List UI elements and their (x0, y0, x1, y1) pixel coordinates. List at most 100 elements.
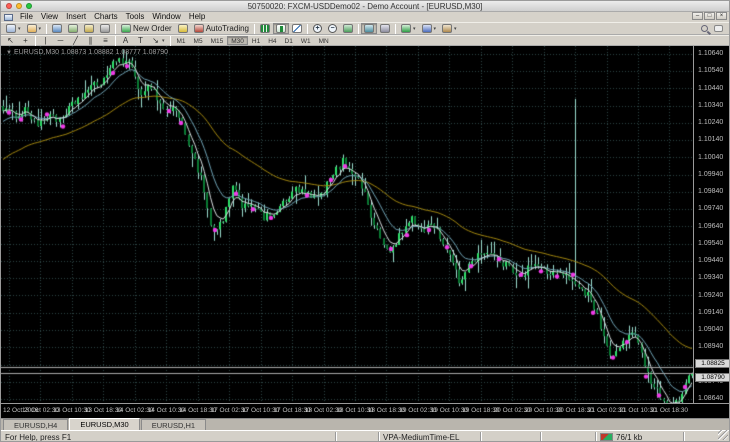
connection-signal-icon (600, 433, 613, 441)
menu-items: File View Insert Charts Tools Window Help (16, 12, 209, 22)
timeframe-m30-button[interactable]: M30 (227, 36, 248, 45)
data-window-button[interactable] (65, 23, 81, 34)
price-axis-label: 1.09340 (698, 274, 724, 282)
chart-tab-eurusd-h1[interactable]: EURUSD,H1 (140, 419, 207, 430)
dropdown-arrow-icon: ▾ (18, 25, 21, 32)
toolbar-separator (35, 35, 36, 46)
autotrading-icon (193, 24, 204, 33)
zoom-in-button[interactable]: + (310, 23, 325, 34)
menu-window[interactable]: Window (148, 12, 184, 22)
templates-button[interactable]: ▾ (439, 23, 460, 34)
timeframe-mn-button[interactable]: MN (315, 36, 333, 45)
cursor-tool-button[interactable]: ↖ (3, 36, 18, 45)
dropdown-arrow-icon: ▾ (413, 25, 416, 32)
price-axis[interactable]: 1.10640 1.10540 1.10440 1.10340 1.10240 1.101… (693, 46, 729, 403)
mdi-close-icon[interactable]: × (716, 12, 727, 20)
mdi-restore-icon[interactable]: □ (704, 12, 715, 20)
price-axis-label: 1.09040 (698, 326, 724, 333)
candlestick-chart-button[interactable] (273, 23, 290, 34)
timeframe-m5-button[interactable]: M5 (190, 36, 207, 45)
new-chart-button[interactable]: ▾ (3, 23, 24, 34)
status-bar: For Help, press F1 VPA-MediumTime-EL 76/1 … (1, 430, 729, 442)
menu-help[interactable]: Help (185, 12, 209, 22)
mdi-controls: – □ × (692, 12, 727, 20)
crosshair-tool-button[interactable]: + (18, 36, 33, 45)
label-tool-button[interactable]: T (133, 36, 148, 45)
metaeditor-icon (177, 24, 188, 33)
horizontal-line-tool-button[interactable]: ─ (53, 36, 68, 45)
mt4-window: 50750020: FXCM-USDDemo02 - Demo Account … (0, 0, 730, 442)
label-tool-icon: T (138, 36, 143, 45)
autotrading-label: AutoTrading (205, 24, 250, 33)
periods-icon (421, 24, 432, 33)
vertical-line-tool-button[interactable]: | (38, 36, 53, 45)
menu-tools[interactable]: Tools (122, 12, 149, 22)
timeframe-h4-button[interactable]: H4 (264, 36, 280, 45)
timeframe-d1-button[interactable]: D1 (281, 36, 297, 45)
market-watch-button[interactable] (49, 23, 65, 34)
tile-windows-button[interactable] (340, 23, 356, 34)
chart-shift-button[interactable] (377, 23, 393, 34)
periods-button[interactable]: ▾ (419, 23, 440, 34)
channel-tool-button[interactable]: ∥ (83, 36, 98, 45)
timeframe-m1-button[interactable]: M1 (173, 36, 190, 45)
trendline-tool-button[interactable]: ╱ (68, 36, 83, 45)
autotrading-button[interactable]: AutoTrading (191, 23, 252, 34)
zoom-out-button[interactable]: − (325, 23, 340, 34)
collapse-arrow-icon[interactable]: ▼ (6, 50, 12, 56)
resize-grip[interactable] (718, 430, 728, 440)
terminal-icon (100, 24, 111, 33)
new-order-icon (121, 24, 132, 33)
profiles-button[interactable]: ▾ (24, 23, 45, 34)
chart-tab-eurusd-m30[interactable]: EURUSD,M30 (69, 418, 140, 430)
price-axis-label: 1.10140 (698, 136, 724, 144)
candlestick-chart-icon (276, 24, 287, 33)
arrows-tool-button[interactable]: ↘ ▾ (148, 36, 168, 45)
zoom-in-icon: + (313, 24, 323, 33)
status-cell-empty (481, 431, 541, 441)
toolbar-separator (358, 23, 360, 34)
terminal-button[interactable] (97, 23, 113, 34)
timeframe-w1-button[interactable]: W1 (297, 36, 315, 45)
text-tool-button[interactable]: A (118, 36, 133, 45)
navigator-button[interactable] (81, 23, 97, 34)
status-text: For Help, press F1 (5, 432, 72, 442)
menu-file[interactable]: File (16, 12, 37, 22)
bar-chart-button[interactable] (257, 23, 273, 34)
timeframe-m15-button[interactable]: M15 (207, 36, 228, 45)
indicators-icon (401, 24, 412, 33)
mdi-minimize-icon[interactable]: – (692, 12, 703, 20)
chart-window-icon (4, 13, 13, 21)
toolbar-separator (46, 23, 48, 34)
search-icon[interactable] (701, 25, 708, 32)
time-axis[interactable]: 12 Oct 2016 13 Oct 02:30 13 Oct 10:30 13 Oc… (1, 403, 729, 418)
menu-view[interactable]: View (37, 12, 62, 22)
indicators-button[interactable]: ▾ (398, 23, 419, 34)
ask-price-box: 1.08825 (695, 359, 729, 369)
titlebar[interactable]: 50750020: FXCM-USDDemo02 - Demo Account … (1, 1, 729, 12)
status-text: VPA-MediumTime-EL (383, 432, 460, 442)
status-cell-empty (336, 431, 379, 441)
menu-insert[interactable]: Insert (62, 12, 90, 22)
new-order-button[interactable]: New Order (118, 23, 175, 34)
menubar: File View Insert Charts Tools Window Help – □ × (1, 12, 729, 22)
connection-status-cell: 76/1 kb (596, 431, 684, 441)
status-cell: VPA-MediumTime-EL (379, 431, 481, 442)
time-axis-label: 21 Oct 18:30 (650, 407, 689, 414)
price-axis-label: 1.09240 (698, 291, 724, 299)
crosshair-tool-icon: + (23, 36, 28, 45)
metaeditor-button[interactable] (175, 23, 191, 34)
dropdown-arrow-icon: ▾ (454, 25, 457, 32)
menu-charts[interactable]: Charts (90, 12, 122, 22)
auto-scroll-button[interactable] (361, 23, 378, 34)
fibonacci-tool-button[interactable]: ≡ (98, 36, 113, 45)
line-chart-icon (292, 24, 303, 33)
price-axis-label: 1.09640 (698, 222, 724, 230)
timeframe-h1-button[interactable]: H1 (248, 36, 264, 45)
price-chart-canvas[interactable] (1, 46, 693, 403)
feedback-icon[interactable] (714, 25, 723, 32)
line-chart-button[interactable] (289, 23, 305, 34)
toolbar-separator (254, 23, 256, 34)
chart-tab-eurusd-h4[interactable]: EURUSD,H4 (3, 419, 69, 430)
auto-scroll-icon (364, 24, 375, 33)
